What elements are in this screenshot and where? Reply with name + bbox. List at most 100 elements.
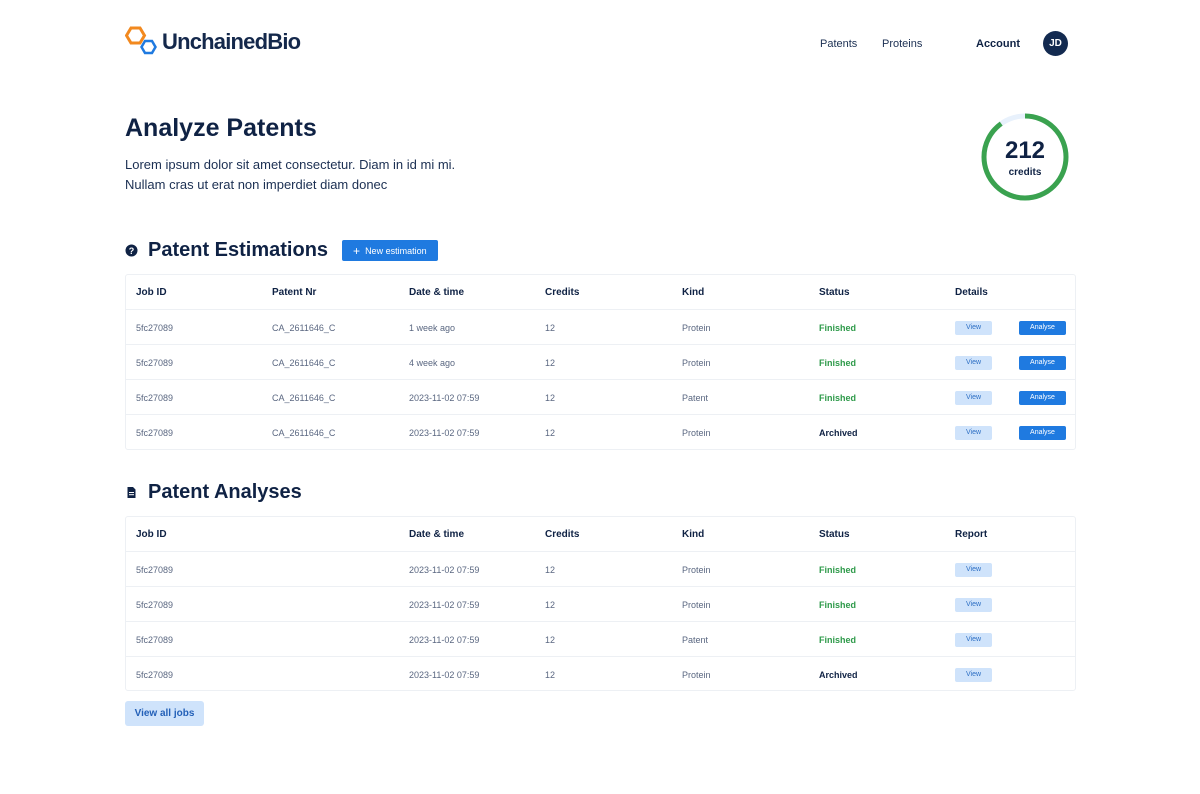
credits-value: 212 [1004,137,1046,164]
column-header: Job ID [136,287,167,298]
status-badge: Finished [819,392,857,403]
status-badge: Finished [819,634,857,645]
kind: Protein [682,564,711,575]
kind: Patent [682,392,709,403]
status-badge: Finished [819,322,857,333]
description-line-1: Lorem ipsum dolor sit amet consectetur. … [125,157,456,172]
credits: 12 [545,564,556,575]
document-icon [127,487,136,498]
kind: Protein [682,599,711,610]
date-time: 2023-11-02 07:59 [409,669,480,680]
table-row: 5fc27089 2023-11-02 07:59 12 Protein Fin… [126,587,1075,622]
analyses-title: Patent Analyses [148,481,302,503]
description-line-2: Nullam cras ut erat non imperdiet diam d… [125,177,388,192]
top-header: UnchainedBio Patents Proteins Account JD [0,0,1200,90]
date-time: 2023-11-02 07:59 [409,392,480,403]
credits: 12 [545,634,556,645]
column-header: Report [955,529,988,540]
credits-gauge: 212 credits [980,112,1070,202]
table-header-row: Job ID Date & time Credits Kind Status R… [126,517,1075,552]
credits: 12 [545,322,556,333]
credits: 12 [545,427,556,438]
new-estimation-label: New estimation [365,245,427,256]
job-id: 5fc27089 [136,322,174,333]
date-time: 1 week ago [409,322,456,333]
estimations-title: Patent Estimations [148,239,329,261]
job-id: 5fc27089 [136,427,174,438]
view-report-button[interactable]: View [955,597,992,612]
date-time: 2023-11-02 07:59 [409,599,480,610]
status-badge: Finished [819,564,857,575]
svg-text:?: ? [129,246,135,256]
view-button[interactable]: View [955,390,992,405]
patent-nr: CA_2611646_C [272,322,336,333]
analyse-button[interactable]: Analyse [1019,320,1066,335]
table-row: 5fc27089 CA_2611646_C 2023-11-02 07:59 1… [126,380,1075,415]
status-badge: Finished [819,357,857,368]
column-header: Kind [682,287,705,298]
date-time: 2023-11-02 07:59 [409,564,480,575]
credits: 12 [545,669,556,680]
page-description: Lorem ipsum dolor sit amet consectetur. … [125,155,545,195]
estimations-table: Job ID Patent Nr Date & time Credits Kin… [125,274,1076,450]
kind: Patent [682,634,709,645]
kind: Protein [682,669,711,680]
column-header: Status [819,529,850,540]
job-id: 5fc27089 [136,634,174,645]
status-badge: Archived [819,669,858,680]
column-header: Kind [682,529,705,540]
analyses-table: Job ID Date & time Credits Kind Status R… [125,516,1076,691]
table-row: 5fc27089 CA_2611646_C 2023-11-02 07:59 1… [126,415,1075,450]
table-row: 5fc27089 CA_2611646_C 1 week ago 12 Prot… [126,310,1075,345]
credits: 12 [545,392,556,403]
page-title: Analyze Patents [125,114,317,142]
view-button[interactable]: View [955,425,992,440]
column-header: Credits [545,287,580,298]
column-header: Date & time [409,287,465,298]
job-id: 5fc27089 [136,669,174,680]
view-report-button[interactable]: View [955,562,992,577]
column-header: Job ID [136,529,167,540]
patent-nr: CA_2611646_C [272,427,336,438]
table-row: 5fc27089 CA_2611646_C 4 week ago 12 Prot… [126,345,1075,380]
nav-account[interactable]: Account [976,38,1020,50]
status-badge: Finished [819,599,857,610]
column-header: Patent Nr [272,287,317,298]
analyse-button[interactable]: Analyse [1019,390,1066,405]
credits-label: credits [1008,167,1042,178]
table-row: 5fc27089 2023-11-02 07:59 12 Protein Arc… [126,657,1075,692]
analyses-header: Patent Analyses [125,481,302,504]
date-time: 2023-11-02 07:59 [409,427,480,438]
view-all-jobs-button[interactable]: View all jobs [125,701,204,726]
column-header: Credits [545,529,580,540]
kind: Protein [682,322,711,333]
job-id: 5fc27089 [136,357,174,368]
nav-proteins[interactable]: Proteins [882,38,922,50]
view-report-button[interactable]: View [955,667,992,682]
table-row: 5fc27089 2023-11-02 07:59 12 Patent Fini… [126,622,1075,657]
table-row: 5fc27089 2023-11-02 07:59 12 Protein Fin… [126,552,1075,587]
patent-nr: CA_2611646_C [272,357,336,368]
logo[interactable]: UnchainedBio [125,26,301,58]
plus-icon: + [353,243,361,258]
kind: Protein [682,357,711,368]
kind: Protein [682,427,711,438]
avatar[interactable]: JD [1043,31,1068,56]
new-estimation-button[interactable]: + New estimation [342,240,438,261]
analyse-button[interactable]: Analyse [1019,425,1066,440]
question-circle-icon: ? [125,244,138,257]
view-button[interactable]: View [955,355,992,370]
job-id: 5fc27089 [136,599,174,610]
estimations-header: ? Patent Estimations + New estimation [125,239,438,262]
brand-name: UnchainedBio [162,29,301,54]
date-time: 2023-11-02 07:59 [409,634,480,645]
job-id: 5fc27089 [136,392,174,403]
table-header-row: Job ID Patent Nr Date & time Credits Kin… [126,275,1075,310]
analyse-button[interactable]: Analyse [1019,355,1066,370]
view-report-button[interactable]: View [955,632,992,647]
logo-hexagon-icon [125,26,157,55]
column-header: Date & time [409,529,465,540]
nav-patents[interactable]: Patents [820,38,857,50]
job-id: 5fc27089 [136,564,174,575]
view-button[interactable]: View [955,320,992,335]
